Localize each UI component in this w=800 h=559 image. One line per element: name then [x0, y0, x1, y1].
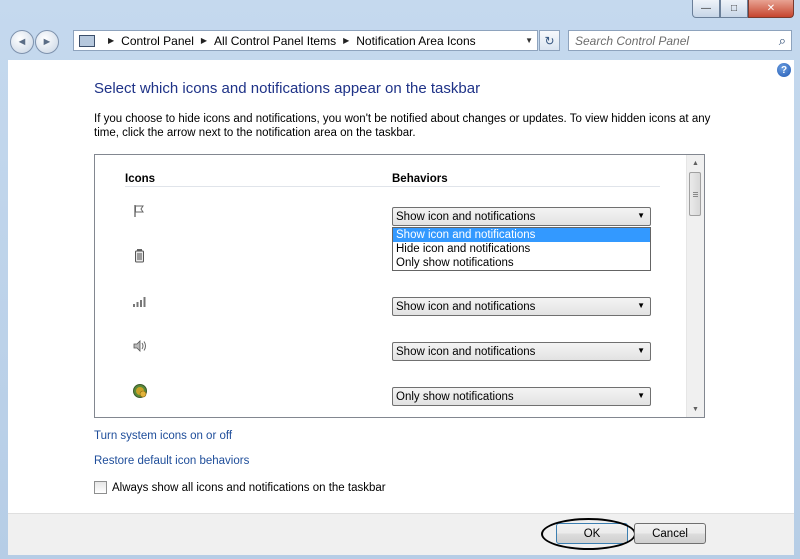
main-content: ? Select which icons and notifications a…	[8, 60, 794, 513]
caption-buttons: — □ ✕	[692, 0, 794, 18]
flag-icon	[132, 203, 148, 219]
column-header-icons: Icons	[125, 173, 156, 185]
cancel-button[interactable]: Cancel	[634, 523, 706, 544]
address-bar[interactable]: ▶ Control Panel ▶ All Control Panel Item…	[73, 30, 538, 51]
grip-icon	[693, 192, 698, 193]
breadcrumb-separator-icon[interactable]: ▶	[201, 36, 207, 45]
search-box[interactable]: ⌕	[568, 30, 792, 51]
behavior-select-value: Show icon and notifications	[396, 300, 536, 313]
close-button[interactable]: ✕	[748, 0, 794, 18]
behavior-select-value: Show icon and notifications	[396, 345, 536, 358]
refresh-icon: ↻	[544, 33, 555, 48]
behavior-select-flag[interactable]: Show icon and notifications ▼	[392, 207, 651, 226]
page-title: Select which icons and notifications app…	[94, 80, 481, 97]
help-icon[interactable]: ?	[777, 63, 791, 77]
always-show-checkbox-label[interactable]: Always show all icons and notifications …	[112, 482, 386, 494]
header-divider	[125, 186, 660, 187]
maximize-button[interactable]: □	[720, 0, 748, 18]
back-arrow-icon: ◄	[16, 36, 28, 48]
search-input[interactable]	[575, 32, 765, 49]
forward-button[interactable]: ►	[35, 30, 59, 54]
network-signal-icon	[132, 293, 148, 309]
breadcrumb-separator-icon[interactable]: ▶	[108, 36, 114, 45]
scrollbar-thumb[interactable]	[689, 172, 701, 216]
breadcrumb-control-panel[interactable]: Control Panel	[121, 34, 194, 48]
behavior-select-value: Only show notifications	[396, 390, 514, 403]
volume-icon	[132, 338, 148, 354]
turn-system-icons-link[interactable]: Turn system icons on or off	[94, 430, 232, 442]
chevron-down-icon: ▼	[637, 346, 645, 355]
always-show-checkbox[interactable]	[94, 481, 107, 494]
battery-icon	[132, 248, 148, 264]
minimize-button[interactable]: —	[692, 0, 720, 18]
scroll-down-icon[interactable]: ▼	[687, 401, 704, 417]
breadcrumb-separator-icon[interactable]: ▶	[343, 36, 349, 45]
control-panel-icon	[79, 34, 95, 47]
chevron-down-icon: ▼	[637, 211, 645, 220]
refresh-button[interactable]: ↻	[539, 30, 560, 51]
dropdown-option-show[interactable]: Show icon and notifications	[393, 228, 650, 242]
behavior-select-security[interactable]: Only show notifications ▼	[392, 387, 651, 406]
breadcrumb-all-items[interactable]: All Control Panel Items	[214, 34, 336, 48]
search-icon[interactable]: ⌕	[779, 33, 786, 49]
dropdown-option-hide[interactable]: Hide icon and notifications	[393, 242, 650, 256]
forward-arrow-icon: ►	[41, 36, 53, 48]
behavior-select-volume[interactable]: Show icon and notifications ▼	[392, 342, 651, 361]
window-frame: — □ ✕ ◄ ► ▶ Control Panel ▶ All Control …	[0, 0, 800, 559]
dropdown-option-only-notifications[interactable]: Only show notifications	[393, 256, 650, 270]
column-header-behaviors: Behaviors	[392, 173, 448, 185]
chevron-down-icon: ▼	[637, 391, 645, 400]
scroll-up-icon[interactable]: ▲	[687, 155, 704, 171]
back-button[interactable]: ◄	[10, 30, 34, 54]
page-description: If you choose to hide icons and notifica…	[94, 113, 711, 139]
dialog-footer: OK Cancel	[8, 513, 794, 555]
restore-defaults-link[interactable]: Restore default icon behaviors	[94, 455, 249, 467]
behavior-dropdown-list[interactable]: Show icon and notifications Hide icon an…	[392, 227, 651, 271]
breadcrumb: ▶ Control Panel ▶ All Control Panel Item…	[101, 34, 476, 48]
vertical-scrollbar[interactable]: ▲ ▼	[686, 155, 704, 417]
notification-icons-list[interactable]: Icons Behaviors Show icon and notificati…	[94, 154, 705, 418]
address-dropdown-icon[interactable]: ▼	[525, 36, 533, 45]
behavior-select-value: Show icon and notifications	[396, 210, 536, 223]
always-show-checkbox-row[interactable]: Always show all icons and notifications …	[94, 481, 386, 494]
highlight-ellipse	[541, 518, 636, 550]
breadcrumb-notification-area-icons[interactable]: Notification Area Icons	[356, 34, 475, 48]
security-shield-icon	[132, 383, 148, 399]
chevron-down-icon: ▼	[637, 301, 645, 310]
behavior-select-network[interactable]: Show icon and notifications ▼	[392, 297, 651, 316]
